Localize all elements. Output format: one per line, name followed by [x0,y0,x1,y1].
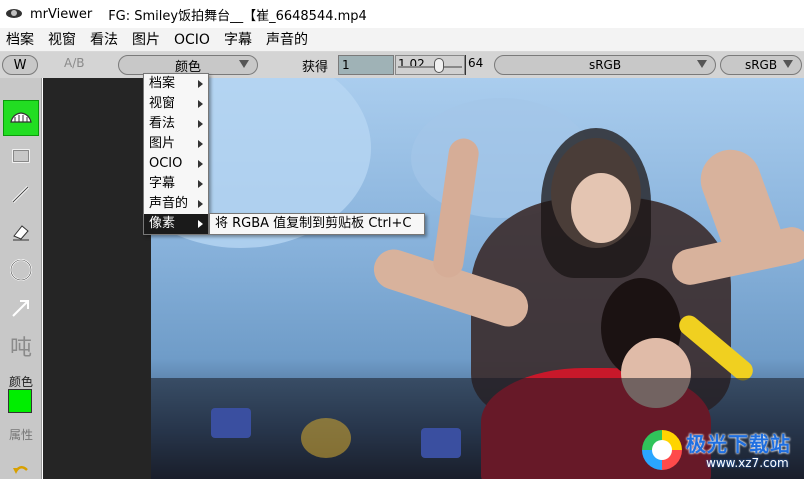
context-menu: 档案 视窗 看法 图片 OCIO 字幕 声音的 像素 [143,73,209,235]
app-eye-icon [6,7,22,21]
chevron-right-icon [198,140,203,148]
ctx-item-pixel[interactable]: 像素 [144,214,208,234]
chevron-right-icon [198,80,203,88]
ctx-item-label: OCIO [149,156,183,171]
eraser-icon [13,225,29,241]
watermark-url: www.xz7.com [706,456,789,470]
rectangle-tool-button[interactable] [3,138,39,174]
ctx-item-label: 像素 [149,216,176,231]
watermark-name: 极光下载站 [686,432,791,456]
pen-tool-button[interactable] [3,176,39,212]
app-name: mrViewer [30,6,93,22]
gain-input[interactable]: 1 [338,55,394,75]
chevron-down-icon [697,60,707,68]
chevron-right-icon [198,220,203,228]
channel-dropdown-label: 颜色 [174,59,201,75]
menu-view[interactable]: 看法 [83,29,125,51]
menu-ocio[interactable]: OCIO [167,29,217,51]
ab-compare-button[interactable]: A/B [64,56,84,70]
ctx-item-label: 看法 [149,116,176,131]
chevron-down-icon [783,60,793,68]
text-tool-button[interactable]: 吨 [3,328,39,364]
circle-icon [10,259,32,281]
menu-image[interactable]: 图片 [125,29,167,51]
draw-color-swatch[interactable] [8,389,32,413]
chevron-right-icon [198,100,203,108]
pixel-submenu: 将 RGBA 值复制到剪贴板 Ctrl+C [209,213,425,235]
circle-tool-button[interactable] [3,252,39,288]
eraser-tool-button[interactable] [3,214,39,250]
input-colorspace-dropdown[interactable]: sRGB [494,55,716,75]
menu-window[interactable]: 视窗 [41,29,83,51]
pen-icon [11,185,30,204]
text-tool-glyph: 吨 [9,336,32,361]
display-colorspace-dropdown[interactable]: sRGB [720,55,802,75]
ctx-item-view[interactable]: 看法 [144,114,208,134]
ctx-item-file[interactable]: 档案 [144,74,208,94]
wipe-label: W [13,57,27,73]
tool-sidebar: 吨 颜色 属性 [0,78,42,479]
title-bar: mrViewer FG: Smiley饭拍舞台__【崔_6648544.mp4 [0,0,804,28]
display-colorspace-label: sRGB [744,58,778,72]
ctx-item-audio[interactable]: 声音的 [144,194,208,214]
input-colorspace-label: sRGB [588,58,622,72]
scrub-tool-button[interactable] [3,100,39,136]
chevron-right-icon [198,120,203,128]
ctx-item-label: 声音的 [149,196,189,211]
ctx-item-image[interactable]: 图片 [144,134,208,154]
chevron-right-icon [198,180,203,188]
fstop-divider [465,55,466,75]
arrow-icon [12,300,29,317]
gain-label: 获得 [302,60,329,75]
ctx-item-ocio[interactable]: OCIO [144,154,208,174]
menu-audio[interactable]: 声音的 [259,29,315,51]
gamma-slider-track [398,66,462,68]
ctx-item-label: 视窗 [149,96,176,111]
channel-dropdown[interactable]: 颜色 [118,55,258,75]
scrub-hand-icon [10,112,32,123]
watermark: 极光下载站 www.xz7.com [642,428,802,476]
ctx-item-subtitles[interactable]: 字幕 [144,174,208,194]
ctx-item-label: 档案 [149,76,176,91]
gamma-slider-handle[interactable] [434,58,444,73]
properties-label[interactable]: 属性 [0,426,42,443]
chevron-down-icon [239,60,249,68]
gamma-value: 1.02 [398,57,425,71]
menu-subtitles[interactable]: 字幕 [217,29,259,51]
window-title: FG: Smiley饭拍舞台__【崔_6648544.mp4 [108,8,367,24]
chevron-right-icon [198,200,203,208]
rectangle-icon [12,149,30,163]
menu-bar: 档案 视窗 看法 图片 OCIO 字幕 声音的 [0,28,804,52]
color-label: 颜色 [8,375,33,389]
gamma-slider[interactable]: 1.02 [395,55,465,75]
ctx-item-label: 图片 [149,136,176,151]
wipe-button[interactable]: W [2,55,38,75]
ctx-item-window[interactable]: 视窗 [144,94,208,114]
menu-file[interactable]: 档案 [0,29,41,51]
ctx-item-label: 字幕 [149,176,176,191]
copy-rgba-menu-item[interactable]: 将 RGBA 值复制到剪贴板 Ctrl+C [210,214,424,234]
toolbar: W A/B 颜色 获得 1 1.02 64 sRGB sRGB [0,52,804,78]
watermark-logo-icon [642,430,682,470]
arrow-tool-button[interactable] [3,290,39,326]
chevron-right-icon [198,160,203,168]
fstop-value[interactable]: 64 [468,56,483,70]
video-frame [151,78,804,479]
undo-icon[interactable] [12,462,30,478]
